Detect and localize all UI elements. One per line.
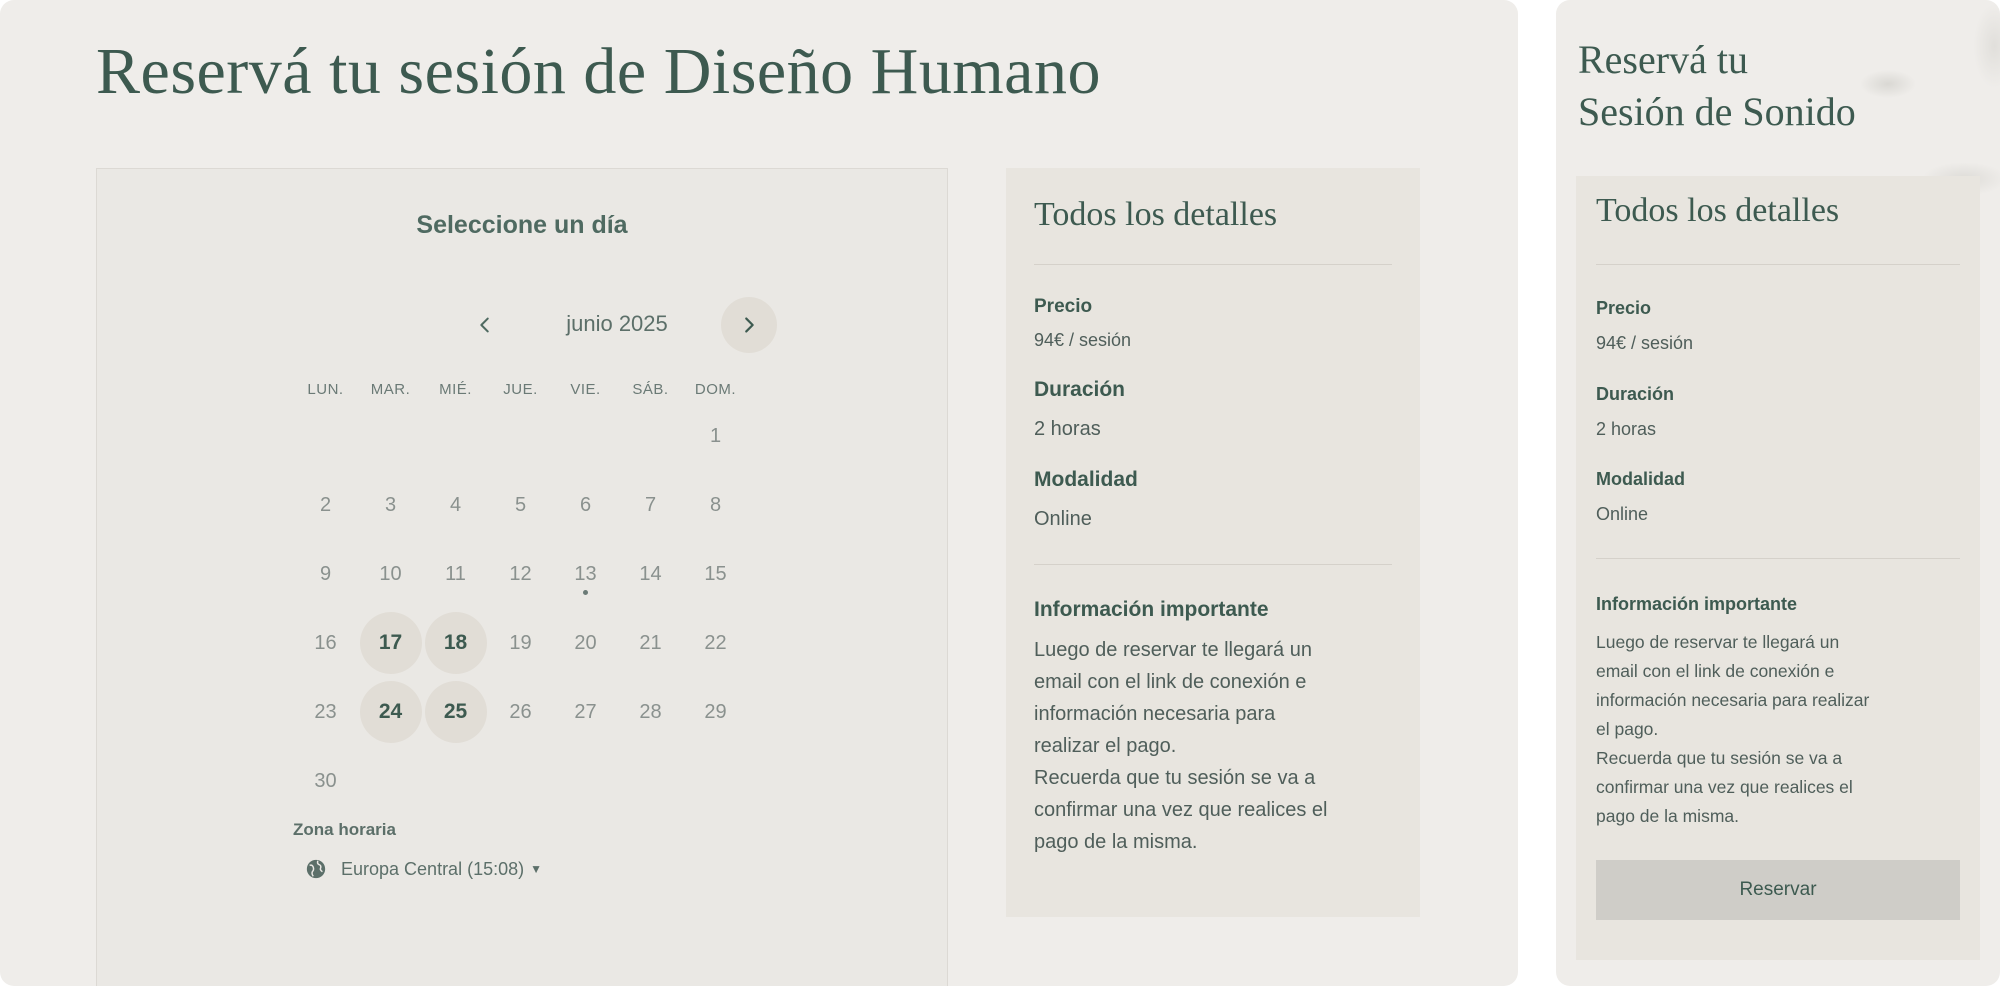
mode-value: Online [1596,504,1649,524]
month-label: junio 2025 [566,311,668,336]
mode-label: Modalidad [1596,469,1685,489]
month-navigation: junio 2025 [457,297,777,353]
divider [1034,264,1392,265]
info-text: Luego de reservar te llegará un email con… [1596,628,1968,831]
calendar-day: 14 [639,562,662,585]
calendar-day: 20 [574,631,597,654]
calendar-day: 11 [445,562,466,585]
calendar-day: 23 [314,700,337,723]
timezone-value: Europa Central (15:08) [341,858,525,879]
calendar-day: 5 [514,493,527,516]
price-label: Precio [1596,298,1652,318]
calendar-day: 28 [639,700,662,723]
price-value: 94€ / sesión [1034,330,1132,350]
chevron-right-icon [745,317,754,333]
mode-label: Modalidad [1034,468,1138,491]
info-line: el pago. [1596,719,1659,739]
weekday-label: DOM. [694,381,737,398]
calendar-day: 7 [644,493,657,516]
duration-value: 2 horas [1596,419,1657,439]
previous-month-button[interactable] [457,297,513,353]
price-label: Precio [1034,296,1093,317]
divider [1596,558,1960,559]
page-title: Reservá tu sesión de Diseño Humano [96,35,1101,108]
info-line: confirmar una vez que realices el [1596,777,1853,797]
calendar-day: 30 [314,769,337,792]
calendar-day: 29 [704,700,727,723]
calendar-day: 15 [704,562,727,585]
calendar-day: 26 [509,700,532,723]
calendar-day: 22 [704,631,727,654]
details-card: Todos los detalles Precio 94€ / sesión D… [1006,168,1420,917]
details-title: Todos los detalles [1034,196,1278,233]
mode-value: Online [1034,508,1092,530]
calendar-day: 19 [509,631,532,654]
info-label: Información importante [1596,594,1798,614]
timezone-label: Zona horaria [293,820,396,839]
weekday-label: LUN. [307,381,344,398]
duration-value: 2 horas [1034,418,1101,440]
info-line: pago de la misma. [1034,831,1198,853]
info-line: Recuerda que tu sesión se va a [1596,748,1843,768]
booking-panel-human-design: Reservá tu sesión de Diseño Humano Selec… [0,0,1518,986]
title-line: Reservá tu [1578,37,1748,82]
chevron-left-icon [480,317,489,333]
info-line: email con el link de conexión e [1034,671,1307,693]
info-line: confirmar una vez que realices el [1034,799,1328,821]
details-title: Todos los detalles [1596,192,1840,229]
weekday-label: SÁB. [632,381,669,398]
divider [1596,264,1960,265]
calendar-day: 21 [639,631,662,654]
info-line: información necesaria para [1034,703,1276,725]
calendar-card: Seleccione un día junio 2025 LUN. MAR. MIÉ… [96,168,948,986]
calendar-day: 1 [709,424,722,447]
calendar-day: 2 [319,493,332,516]
duration-label: Duración [1596,384,1675,404]
info-line: pago de la misma. [1596,806,1739,826]
weekday-label: MIÉ. [439,381,472,398]
calendar-day: 13 [555,543,617,605]
calendar-day: 12 [509,562,532,585]
weekday-header: LUN. MAR. MIÉ. JUE. VIE. SÁB. DOM. [293,381,749,405]
calendar-day: 4 [449,493,462,516]
weekday-label: JUE. [503,381,538,398]
info-line: información necesaria para realizar [1596,690,1870,710]
info-line: realizar el pago. [1034,735,1177,757]
calendar-day: 16 [314,631,337,654]
duration-label: Duración [1034,378,1126,401]
details-card: Todos los detalles Precio 94€ / sesión D… [1576,176,1980,960]
reserve-button[interactable]: Reservar [1596,860,1960,920]
globe-icon [306,859,326,879]
page-title: Reservá tu Sesión de Sonido [1578,34,1856,138]
info-line: Luego de reservar te llegará un [1034,639,1312,661]
next-month-button[interactable] [721,297,777,353]
calendar-day-available[interactable]: 17 [359,612,422,674]
calendar-day-available[interactable]: 24 [359,681,422,743]
calendar-day: 9 [319,562,332,585]
price-value: 94€ / sesión [1596,333,1694,353]
info-line: Recuerda que tu sesión se va a [1034,767,1316,789]
divider [1034,564,1392,565]
calendar-day: 8 [709,493,722,516]
info-line: email con el link de conexión e [1596,661,1835,681]
info-text: Luego de reservar te llegará un email con… [1034,634,1404,858]
calendar-day: 10 [379,562,402,585]
title-line: Sesión de Sonido [1578,89,1856,134]
info-label: Información importante [1034,598,1269,621]
caret-down-icon: ▼ [530,862,542,876]
day-indicator-dot [583,590,588,595]
calendar-heading: Seleccione un día [416,211,628,239]
info-line: Luego de reservar te llegará un [1596,632,1840,652]
calendar-day: 27 [574,700,597,723]
weekday-label: MAR. [370,381,411,398]
calendar-day: 6 [579,493,592,516]
calendar-day-available[interactable]: 25 [424,681,487,743]
weekday-label: VIE. [570,381,601,398]
calendar-day: 3 [384,493,397,516]
calendar-day-available[interactable]: 18 [424,612,487,674]
timezone-select[interactable]: Europa Central (15:08) ▼ [305,855,542,883]
